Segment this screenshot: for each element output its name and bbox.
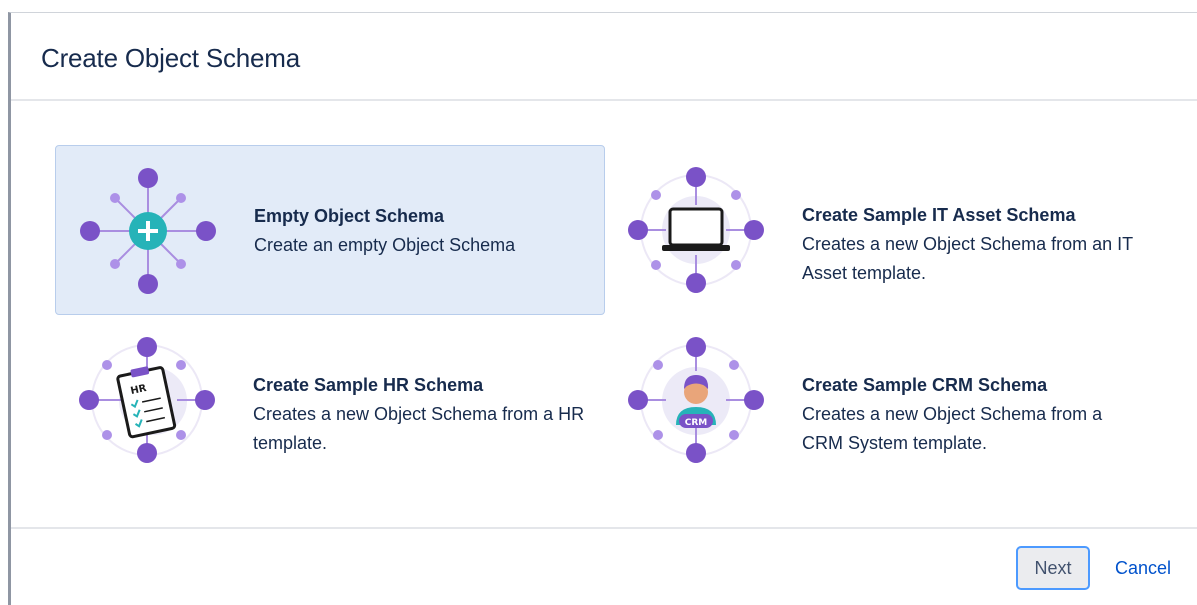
option-crm-schema[interactable]: CRM Create Sample CRM Schema Creates a n… xyxy=(604,315,1154,485)
option-it-asset-schema[interactable]: Create Sample IT Asset Schema Creates a … xyxy=(604,145,1154,315)
next-button[interactable]: Next xyxy=(1016,546,1090,590)
option-description: Creates a new Object Schema from an IT A… xyxy=(802,234,1133,283)
option-label: Empty Object Schema xyxy=(254,206,445,226)
option-empty-schema[interactable]: Empty Object Schema Create an empty Obje… xyxy=(55,145,605,315)
crm-person-icon: CRM xyxy=(628,337,764,463)
option-label: Create Sample IT Asset Schema xyxy=(802,205,1076,225)
laptop-icon xyxy=(628,167,764,293)
option-label: Create Sample CRM Schema xyxy=(802,375,1048,395)
background-heading xyxy=(38,0,46,12)
dialog-title: Create Object Schema xyxy=(41,43,301,73)
dialog-header: Create Object Schema xyxy=(11,13,1197,101)
create-object-schema-dialog: Create Object Schema Empty Object Schema… xyxy=(8,12,1197,605)
clipboard-hr-icon: HR xyxy=(79,337,215,463)
empty-schema-icon xyxy=(80,168,216,294)
dialog-footer: Next Cancel xyxy=(11,527,1197,605)
crm-badge-text: CRM xyxy=(685,418,708,428)
option-description: Creates a new Object Schema from a HR te… xyxy=(253,404,585,453)
option-description: Create an empty Object Schema xyxy=(254,235,516,255)
cancel-button[interactable]: Cancel xyxy=(1103,546,1183,590)
option-description: Creates a new Object Schema from a CRM S… xyxy=(802,404,1103,453)
option-label: Create Sample HR Schema xyxy=(253,375,484,395)
option-hr-schema[interactable]: HR Create Sample HR Schema Creates a new… xyxy=(55,315,605,485)
background-page xyxy=(0,0,1197,12)
